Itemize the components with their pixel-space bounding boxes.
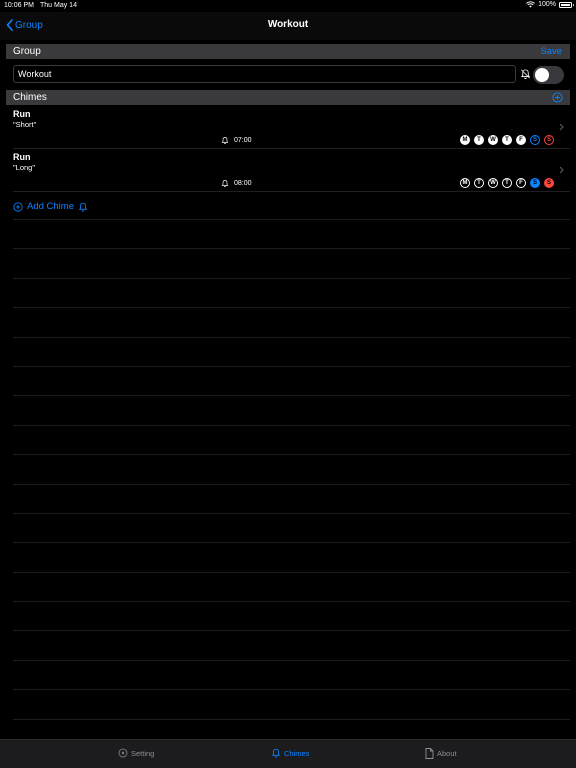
bell-slash-icon (520, 69, 531, 79)
status-bar: 10:06 PM Thu May 14 100% (0, 0, 576, 12)
notifications-toggle[interactable] (533, 66, 564, 84)
tab-about[interactable]: About (425, 748, 457, 759)
weekday-indicator: T (502, 178, 512, 188)
chime-title: Run (13, 109, 31, 119)
status-time: 10:06 PM (4, 2, 34, 9)
document-icon (425, 748, 434, 759)
empty-row-line (13, 307, 570, 309)
weekday-indicator: S (530, 135, 540, 145)
empty-row-line (13, 454, 570, 456)
weekday-indicator: M (460, 178, 470, 188)
chime-time-value: 08:00 (234, 180, 252, 187)
empty-row-line (13, 542, 570, 544)
chime-time: 08:00 (221, 179, 252, 188)
chime-row[interactable]: Run "Short" 07:00 MTWTFSS (13, 106, 570, 148)
weekday-indicators: MTWTFSS (460, 178, 554, 188)
tab-bar: Setting Chimes About (0, 739, 576, 768)
chime-sound: "Long" (13, 163, 36, 172)
chime-time-value: 07:00 (234, 137, 252, 144)
bell-icon (271, 748, 281, 758)
chevron-right-icon (559, 166, 564, 174)
navigation-bar: Group Workout (0, 12, 576, 40)
battery-percent: 100% (538, 1, 556, 8)
row-separator (13, 191, 570, 192)
weekday-indicator: T (474, 135, 484, 145)
status-date: Thu May 14 (40, 2, 77, 9)
chevron-right-icon (559, 123, 564, 131)
weekday-indicator: W (488, 135, 498, 145)
weekday-indicator: S (530, 178, 540, 188)
chime-title: Run (13, 152, 31, 162)
empty-row-line (13, 424, 570, 426)
add-chime-button[interactable]: Add Chime (13, 201, 88, 212)
empty-row-line (13, 483, 570, 485)
weekday-indicators: MTWTFSS (460, 135, 554, 145)
plus-circle-icon[interactable] (552, 92, 563, 103)
battery-icon (559, 1, 574, 8)
add-chime-label: Add Chime (27, 201, 74, 212)
empty-row-line (13, 512, 570, 514)
save-button[interactable]: Save (540, 46, 562, 57)
weekday-indicator: S (544, 178, 554, 188)
empty-row-line (13, 630, 570, 632)
chimes-section-title: Chimes (13, 92, 47, 103)
bell-icon (221, 137, 229, 145)
empty-row-line (13, 601, 570, 603)
empty-row-line (13, 718, 570, 720)
empty-row-line (13, 689, 570, 691)
group-name-input[interactable] (13, 65, 516, 83)
wifi-icon (526, 1, 535, 8)
tab-label: Setting (131, 748, 155, 758)
weekday-indicator: W (488, 178, 498, 188)
empty-row-line (13, 659, 570, 661)
chime-time: 07:00 (221, 136, 252, 145)
group-section-title: Group (13, 46, 41, 57)
empty-row-line (13, 277, 570, 279)
toggle-knob (535, 68, 549, 82)
empty-row-line (13, 248, 570, 250)
plus-circle-icon (13, 201, 23, 212)
group-section-header: Group Save (6, 44, 570, 59)
tab-label: About (437, 749, 457, 758)
gear-icon (118, 748, 128, 758)
weekday-indicator: F (516, 178, 526, 188)
weekday-indicator: F (516, 135, 526, 145)
weekday-indicator: M (460, 135, 470, 145)
weekday-indicator: S (544, 135, 554, 145)
tab-label: Chimes (284, 748, 310, 758)
chime-sound: "Short" (13, 120, 37, 129)
chimes-section-header: Chimes (6, 90, 570, 105)
bell-icon (221, 180, 229, 188)
bell-icon (78, 202, 88, 212)
empty-row-line (13, 336, 570, 338)
status-right: 100% (526, 1, 574, 8)
empty-row-line (13, 395, 570, 397)
empty-table-lines (13, 219, 570, 748)
weekday-indicator: T (502, 135, 512, 145)
empty-row-line (13, 219, 570, 220)
screen: 10:06 PM Thu May 14 100% Group Workout G… (0, 0, 576, 768)
empty-row-line (13, 571, 570, 573)
tab-chimes[interactable]: Chimes (271, 748, 309, 758)
weekday-indicator: T (474, 178, 484, 188)
tab-setting[interactable]: Setting (118, 748, 154, 758)
page-title: Workout (267, 19, 309, 30)
empty-row-line (13, 365, 570, 367)
chime-row[interactable]: Run "Long" 08:00 MTWTFSS (13, 149, 570, 191)
